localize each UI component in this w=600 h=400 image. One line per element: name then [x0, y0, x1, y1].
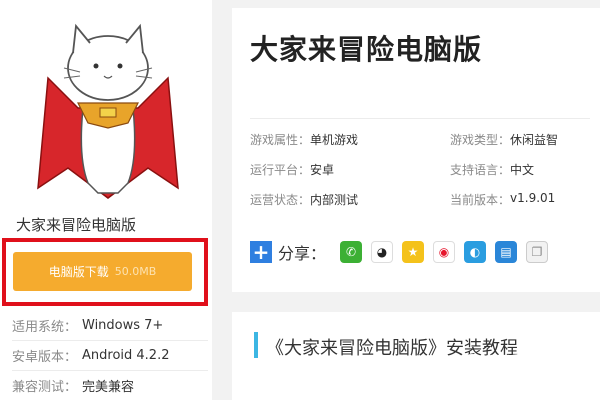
spec-value: 完美兼容	[82, 380, 135, 395]
spec-value: Windows 7+	[82, 317, 164, 333]
info-row: 运营状态： 内部测试 当前版本： v1.9.01	[250, 184, 590, 214]
info-grid: 游戏属性： 单机游戏 游戏类型： 休闲益智 运行平台： 安卓 支持语言： 中文 运营状态…	[250, 124, 590, 214]
info-value: 单机游戏	[310, 132, 359, 147]
info-value: 内部测试	[310, 192, 359, 207]
qq-icon[interactable]: ◕	[371, 241, 394, 263]
info-value: v1.9.01	[510, 190, 556, 205]
spec-key: 安卓版本：	[12, 350, 78, 365]
game-name: 大家来冒险电脑版	[16, 216, 137, 234]
game-sidebar-card: 大家来冒险电脑版 电脑版下载 50.0MB 适用系统： Windows 7+ 安…	[0, 0, 212, 400]
info-key: 运行平台：	[250, 162, 311, 177]
game-info-card: 大家来冒险电脑版 游戏属性： 单机游戏 游戏类型： 休闲益智 运行平台： 安卓 支持语…	[232, 8, 600, 292]
logo-icon: G	[458, 353, 486, 382]
wechat-icon[interactable]: ✆	[340, 241, 363, 263]
qzone-icon[interactable]: ★	[402, 241, 425, 263]
spec-key: 兼容测试：	[12, 380, 78, 395]
spec-key: 适用系统：	[12, 319, 78, 335]
info-value: 休闲益智	[510, 132, 559, 147]
spec-row: 适用系统： Windows 7+	[12, 310, 208, 340]
info-row: 游戏属性： 单机游戏 游戏类型： 休闲益智	[250, 124, 590, 154]
info-value: 安卓	[310, 162, 335, 177]
gaoshouyou-logo: G 高手游 GAOSHOUYOU.COM	[458, 352, 583, 383]
copy-icon[interactable]: ❐	[526, 241, 549, 263]
tencent-weibo-icon[interactable]: ◐	[464, 241, 487, 263]
info-key: 运营状态：	[250, 192, 311, 207]
info-value: 中文	[510, 162, 535, 177]
section-accent-bar	[254, 332, 258, 358]
info-key: 支持语言：	[450, 162, 511, 177]
download-label: 电脑版下载	[48, 265, 109, 279]
weibo-icon[interactable]: ◉	[433, 241, 456, 263]
plus-icon[interactable]: +	[250, 241, 272, 263]
page-title: 大家来冒险电脑版	[250, 33, 483, 66]
pc-download-button[interactable]: 电脑版下载 50.0MB	[13, 252, 192, 291]
info-row: 运行平台： 安卓 支持语言： 中文	[250, 154, 590, 184]
spec-row: 兼容测试： 完美兼容	[12, 370, 208, 400]
spec-value: Android 4.2.2	[82, 348, 170, 363]
download-size: 50.0MB	[114, 265, 157, 278]
logo-domain-text: GAOSHOUYOU.COM	[490, 374, 584, 383]
logo-brand-text: 高手游	[490, 351, 553, 375]
spec-list: 适用系统： Windows 7+ 安卓版本： Android 4.2.2 兼容测…	[12, 310, 208, 400]
print-icon[interactable]: ▤	[495, 241, 518, 263]
spec-row: 安卓版本： Android 4.2.2	[12, 340, 208, 370]
info-key: 游戏属性：	[250, 132, 311, 147]
info-key: 游戏类型：	[450, 132, 511, 147]
share-label: 分享：	[278, 244, 327, 263]
share-bar: + 分享： ✆ ◕ ★ ◉ ◐ ▤ ❐	[250, 240, 551, 264]
game-cover-image	[37, 23, 179, 199]
info-key: 当前版本：	[450, 192, 511, 207]
divider	[250, 118, 590, 119]
